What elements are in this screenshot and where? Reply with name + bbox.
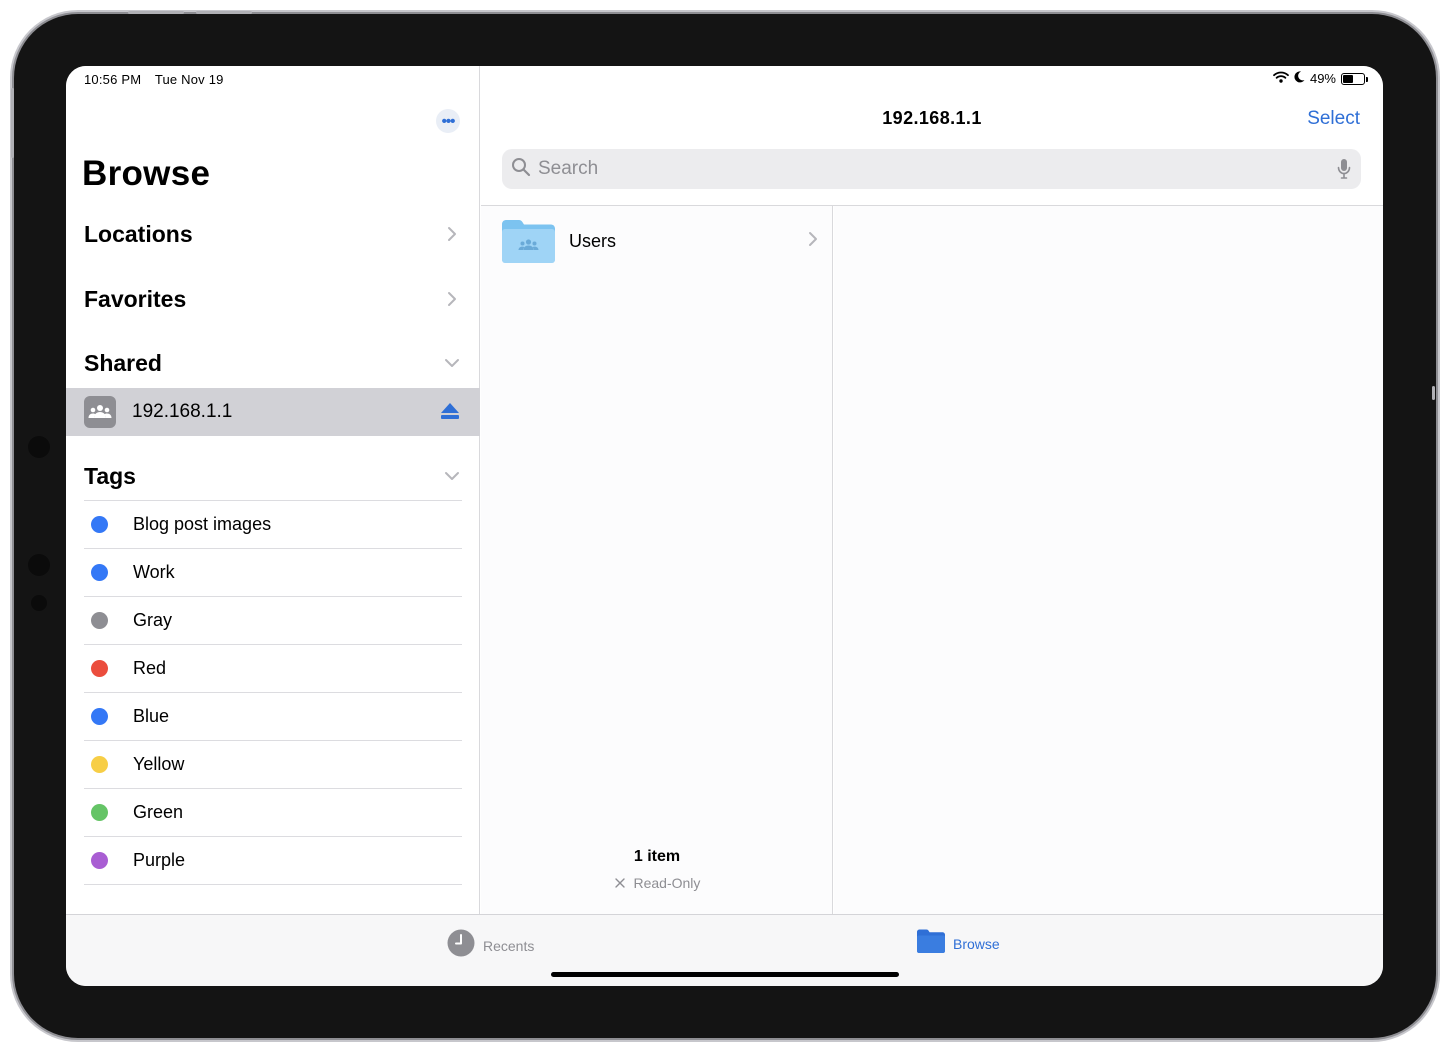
chevron-down-icon [442,466,462,486]
status-bar-left: 10:56 PM Tue Nov 19 [84,72,234,87]
ipad-frame: 10:56 PM Tue Nov 19 ••• Browse Locations… [11,11,1436,1038]
clock-icon [447,929,475,962]
select-button[interactable]: Select [1307,108,1360,130]
tag-color-dot [91,660,108,677]
tag-color-dot [91,804,108,821]
search-field[interactable]: Search [502,149,1361,189]
tag-item[interactable]: Gray [84,596,462,644]
sensor-dot-small [31,595,47,611]
tag-item[interactable]: Purple [84,836,462,884]
file-column: Users 1 item Read-Only [481,206,833,914]
tag-color-dot [91,852,108,869]
battery-icon [1341,72,1368,85]
status-date: Tue Nov 19 [154,72,224,87]
tag-label: Blue [133,706,170,726]
sidebar-section-favorites[interactable]: Favorites [84,279,462,319]
volume-down-button [196,11,252,14]
wifi-icon [1273,71,1289,86]
status-bar-right: 49% [1273,71,1368,86]
more-options-button[interactable]: ••• [436,109,460,133]
server-label: 192.168.1.1 [132,401,233,422]
volume-up-button [128,11,184,14]
tag-item[interactable]: Work [84,548,462,596]
sidebar-item-server[interactable]: 192.168.1.1 [66,388,480,436]
tag-label: Red [133,658,167,678]
chevron-down-icon [442,353,462,373]
tag-item[interactable]: Blog post images [84,500,462,548]
tab-recents[interactable]: Recents [447,929,534,962]
read-only-icon [614,878,625,888]
tag-item[interactable]: Yellow [84,740,462,788]
tag-color-dot [91,708,108,725]
section-label: Locations [84,220,193,247]
folder-name: Users [569,230,617,251]
location-title: 192.168.1.1 [882,108,982,128]
chevron-right-icon [442,224,462,244]
tab-label: Recents [483,937,535,954]
list-item-folder[interactable]: Users [502,218,820,264]
microphone-icon[interactable] [1337,158,1351,185]
section-label: Tags [84,462,136,489]
tab-label: Browse [953,935,1000,952]
front-camera [28,436,50,458]
sidebar-section-locations[interactable]: Locations [84,214,462,254]
tag-item[interactable]: Blue [84,692,462,740]
tag-color-dot [91,516,108,533]
moon-icon [1294,71,1305,86]
tag-item[interactable]: Red [84,644,462,692]
item-count: 1 item [633,848,681,865]
server-users-icon [84,396,116,428]
tag-label: Yellow [133,754,185,774]
sidebar-section-shared[interactable]: Shared [84,343,462,383]
battery-level [1343,74,1353,83]
status-time: 10:56 PM [84,72,142,87]
side-connector [1432,386,1435,400]
tab-bar: Recents Browse [66,914,1383,986]
tag-item[interactable]: Green [84,788,462,836]
shared-folder-icon [502,219,555,263]
sensor-dot [28,554,50,576]
tag-color-dot [91,756,108,773]
screen: 10:56 PM Tue Nov 19 ••• Browse Locations… [66,66,1383,986]
folder-icon [917,929,945,958]
search-placeholder: Search [538,158,599,179]
main-pane: 49% 192.168.1.1 Select Search Users 1 it… [481,66,1383,914]
battery-percent: 49% [1309,71,1336,86]
tag-label: Blog post images [133,514,272,534]
read-only-label: Read-Only [633,875,701,891]
tag-label: Green [133,802,184,822]
tab-browse[interactable]: Browse [917,929,1000,958]
list-divider [84,884,462,885]
section-label: Shared [84,349,162,376]
top-button [11,88,14,158]
home-indicator[interactable] [551,972,899,977]
detail-column [834,206,1383,914]
access-status: Read-Only [481,875,833,891]
tag-label: Work [133,562,175,582]
tag-label: Gray [133,610,173,630]
sidebar: 10:56 PM Tue Nov 19 ••• Browse Locations… [66,66,480,914]
section-label: Favorites [84,285,187,312]
chevron-right-icon [442,289,462,309]
page-title: Browse [82,154,211,193]
search-icon [511,157,531,182]
chevron-right-icon [808,231,818,252]
eject-icon[interactable] [440,402,460,425]
ellipsis-icon: ••• [441,112,456,130]
sidebar-section-tags[interactable]: Tags [84,456,462,496]
tag-color-dot [91,564,108,581]
tag-label: Purple [133,850,186,870]
tag-color-dot [91,612,108,629]
